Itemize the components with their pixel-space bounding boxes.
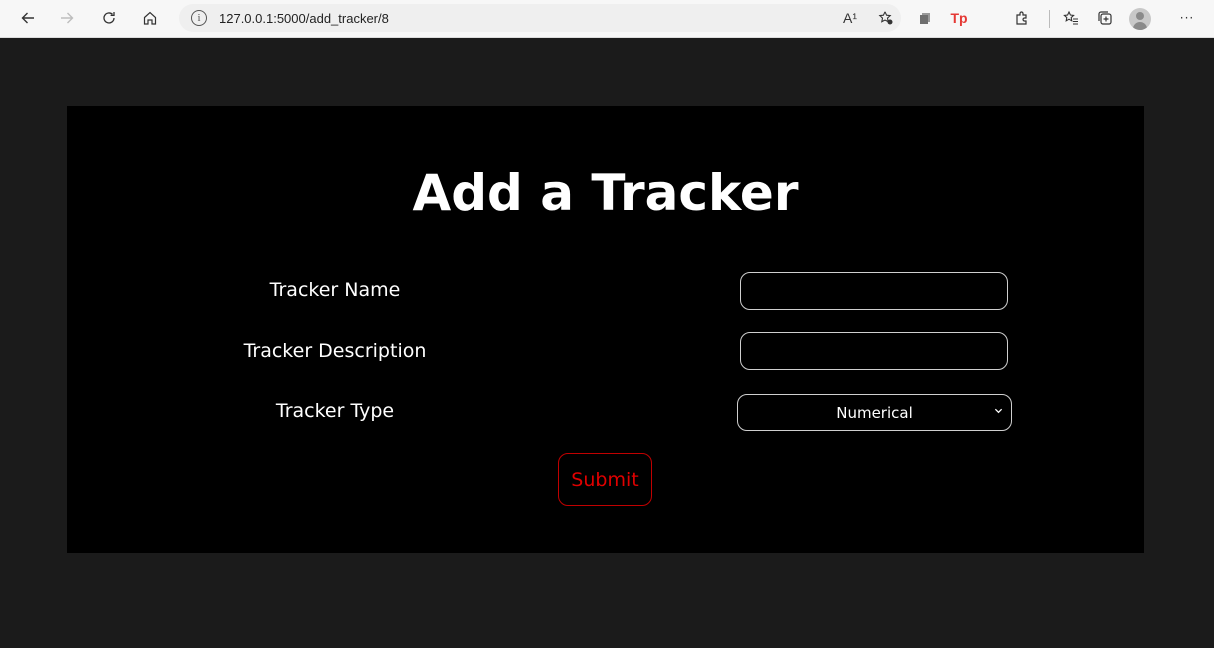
forward-icon[interactable]	[53, 4, 81, 32]
more-icon[interactable]: ···	[1173, 4, 1201, 32]
submit-button[interactable]: Submit	[558, 453, 652, 506]
tracker-name-input[interactable]	[740, 272, 1008, 310]
browser-toolbar: i 127.0.0.1:5000/add_tracker/8 A¹ Tp ···	[0, 0, 1214, 38]
info-icon[interactable]: i	[191, 10, 207, 26]
collections-icon[interactable]	[1091, 4, 1119, 32]
tp-extension-icon[interactable]: Tp	[945, 4, 973, 32]
tracker-description-input[interactable]	[740, 332, 1008, 370]
favorites-add-icon[interactable]	[872, 4, 900, 32]
home-icon[interactable]	[136, 4, 164, 32]
chevron-down-icon	[994, 405, 1003, 418]
extension-icon[interactable]	[912, 4, 940, 32]
toolbar-separator	[1049, 10, 1050, 28]
page-title: Add a Tracker	[412, 164, 799, 222]
tracker-name-label: Tracker Name	[269, 279, 401, 301]
refresh-icon[interactable]	[95, 4, 123, 32]
address-bar[interactable]: i 127.0.0.1:5000/add_tracker/8	[179, 4, 901, 32]
back-icon[interactable]	[14, 4, 42, 32]
profile-avatar[interactable]	[1129, 8, 1151, 30]
tp-label: Tp	[950, 10, 968, 26]
tracker-type-value: Numerical	[836, 403, 913, 422]
tracker-description-label: Tracker Description	[243, 340, 427, 362]
read-aloud-icon[interactable]: A¹	[836, 4, 864, 32]
puzzle-icon[interactable]	[1008, 4, 1036, 32]
tracker-type-label: Tracker Type	[275, 400, 395, 422]
form-card: Add a Tracker Tracker Name Tracker Descr…	[67, 106, 1144, 553]
url-text[interactable]: 127.0.0.1:5000/add_tracker/8	[219, 11, 389, 26]
favorites-icon[interactable]	[1057, 4, 1085, 32]
tracker-type-select[interactable]: Numerical	[737, 394, 1012, 431]
